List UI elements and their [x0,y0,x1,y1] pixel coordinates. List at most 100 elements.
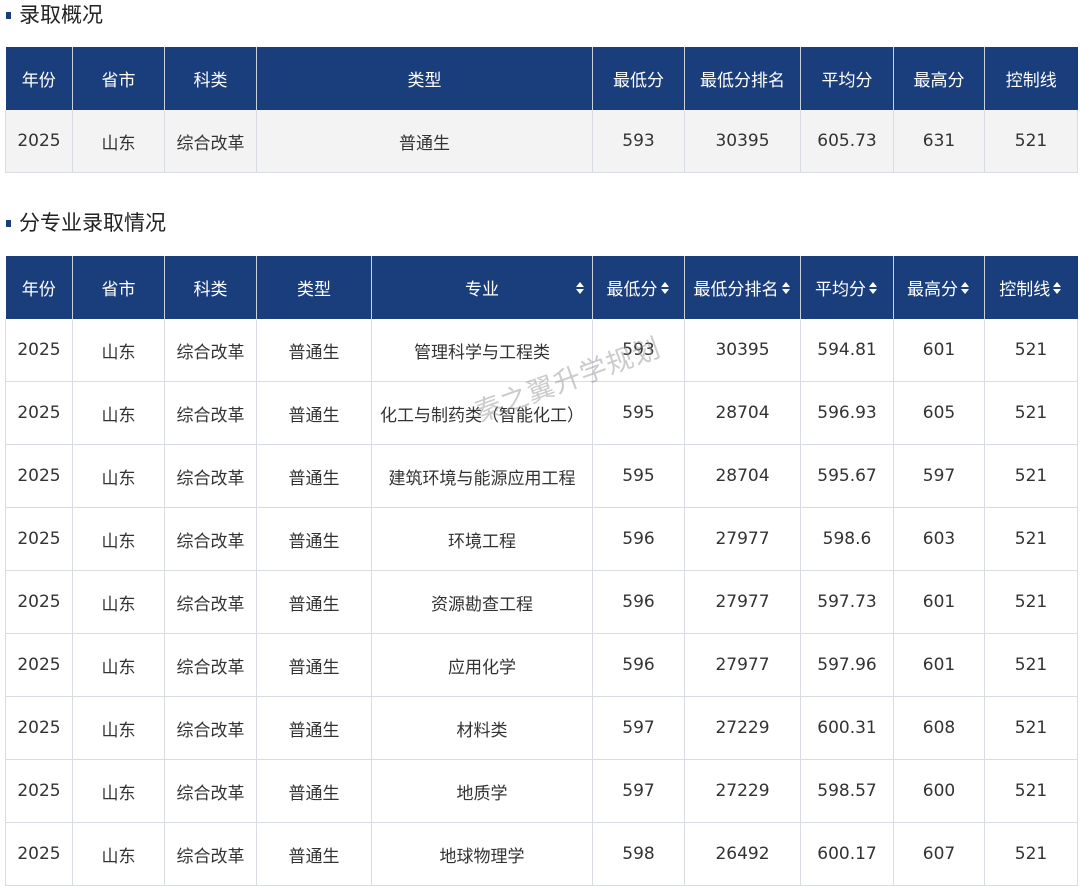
cell-province: 山东 [72,507,165,571]
cell-year: 2025 [5,444,73,508]
col-header-province: 省市 [72,47,165,110]
cell-control-line: 521 [984,633,1078,697]
cell-type: 普通生 [256,822,372,886]
cell-major: 地球物理学 [371,822,593,886]
cell-max-score: 605 [893,381,985,445]
cell-major: 环境工程 [371,507,593,571]
cell-province: 山东 [72,381,165,445]
col-header-avg-score[interactable]: 平均分 [800,256,894,319]
col-header-control-line: 控制线 [984,47,1078,110]
table-row: 2025 山东 综合改革 普通生 建筑环境与能源应用工程 595 28704 595.67 59… [5,444,1078,508]
col-header-category: 科类 [164,47,257,110]
majors-header-row: 年份 省市 科类 类型 专业 最低分 最低分排名 平均分 最高分 控制线 [5,256,1078,319]
table-row: 2025 山东 综合改革 普通生 地球物理学 598 26492 600.17 607 521 [5,822,1078,886]
cell-min-rank: 26492 [684,822,801,886]
cell-avg-score: 600.17 [800,822,894,886]
cell-year: 2025 [5,696,73,760]
sort-updown-icon[interactable] [576,281,586,295]
cell-province: 山东 [72,822,165,886]
major-admission-table: 年份 省市 科类 类型 专业 最低分 最低分排名 平均分 最高分 控制线 202… [5,256,1078,886]
cell-type: 普通生 [256,110,593,173]
cell-year: 2025 [5,319,73,382]
cell-province: 山东 [72,110,165,173]
col-header-max-score[interactable]: 最高分 [893,256,985,319]
col-header-type: 类型 [256,256,372,319]
cell-min-score: 596 [592,633,685,697]
cell-province: 山东 [72,570,165,634]
cell-year: 2025 [5,633,73,697]
cell-year: 2025 [5,570,73,634]
cell-max-score: 601 [893,633,985,697]
table-row: 2025 山东 综合改革 普通生 地质学 597 27229 598.57 600 521 [5,759,1078,823]
summary-section-title: 录取概况 [6,1,103,29]
cell-type: 普通生 [256,570,372,634]
col-header-min-score[interactable]: 最低分 [592,256,685,319]
cell-min-rank: 27229 [684,759,801,823]
cell-min-rank: 30395 [684,319,801,382]
sort-updown-icon[interactable] [961,281,971,295]
cell-avg-score: 595.67 [800,444,894,508]
sort-updown-icon[interactable] [869,281,879,295]
cell-year: 2025 [5,381,73,445]
cell-province: 山东 [72,759,165,823]
cell-category: 综合改革 [164,696,257,760]
cell-category: 综合改革 [164,381,257,445]
col-header-province: 省市 [72,256,165,319]
col-header-control-line[interactable]: 控制线 [984,256,1078,319]
cell-max-score: 608 [893,696,985,760]
cell-category: 综合改革 [164,444,257,508]
cell-avg-score: 597.73 [800,570,894,634]
cell-year: 2025 [5,759,73,823]
cell-type: 普通生 [256,444,372,508]
col-header-year: 年份 [5,256,73,319]
cell-category: 综合改革 [164,319,257,382]
cell-avg-score: 596.93 [800,381,894,445]
square-bullet-icon [6,219,11,227]
sort-updown-icon[interactable] [660,281,671,295]
cell-type: 普通生 [256,696,372,760]
cell-category: 综合改革 [164,507,257,571]
cell-control-line: 521 [984,570,1078,634]
admission-summary-table: 年份 省市 科类 类型 最低分 最低分排名 平均分 最高分 控制线 2025 山… [5,47,1078,173]
cell-year: 2025 [5,822,73,886]
cell-category: 综合改革 [164,110,257,173]
square-bullet-icon [6,11,11,19]
col-header-max-score-label: 最高分 [907,280,958,300]
table-row: 2025 山东 综合改革 普通生 化工与制药类（智能化工） 595 28704 596.93 6… [5,381,1078,445]
col-header-min-score: 最低分 [592,47,685,110]
sort-updown-icon[interactable] [781,281,792,295]
cell-province: 山东 [72,696,165,760]
col-header-max-score: 最高分 [893,47,985,110]
cell-max-score: 607 [893,822,985,886]
col-header-major[interactable]: 专业 [371,256,593,319]
cell-category: 综合改革 [164,633,257,697]
cell-avg-score: 598.6 [800,507,894,571]
col-header-min-rank[interactable]: 最低分排名 [684,256,801,319]
cell-year: 2025 [5,110,73,173]
cell-avg-score: 597.96 [800,633,894,697]
sort-updown-icon[interactable] [1053,281,1063,295]
cell-major: 地质学 [371,759,593,823]
col-header-major-label: 专业 [465,280,499,300]
cell-province: 山东 [72,319,165,382]
cell-max-score: 600 [893,759,985,823]
col-header-min-rank-label: 最低分排名 [693,280,779,300]
cell-type: 普通生 [256,381,372,445]
cell-year: 2025 [5,507,73,571]
cell-avg-score: 598.57 [800,759,894,823]
cell-min-score: 596 [592,507,685,571]
cell-max-score: 603 [893,507,985,571]
cell-max-score: 597 [893,444,985,508]
cell-min-score: 593 [592,110,685,173]
cell-control-line: 521 [984,759,1078,823]
cell-max-score: 601 [893,570,985,634]
table-row: 2025 山东 综合改革 普通生 材料类 597 27229 600.31 608 521 [5,696,1078,760]
major-table-body: 2025 山东 综合改革 普通生 管理科学与工程类 593 30395 594.81 601 52… [5,319,1078,886]
cell-min-rank: 27977 [684,633,801,697]
table-row: 2025 山东 综合改革 普通生 应用化学 596 27977 597.96 601 521 [5,633,1078,697]
cell-major: 化工与制药类（智能化工） [371,381,593,445]
cell-min-rank: 27229 [684,696,801,760]
col-header-category: 科类 [164,256,257,319]
majors-section-title: 分专业录取情况 [6,209,166,237]
cell-control-line: 521 [984,381,1078,445]
